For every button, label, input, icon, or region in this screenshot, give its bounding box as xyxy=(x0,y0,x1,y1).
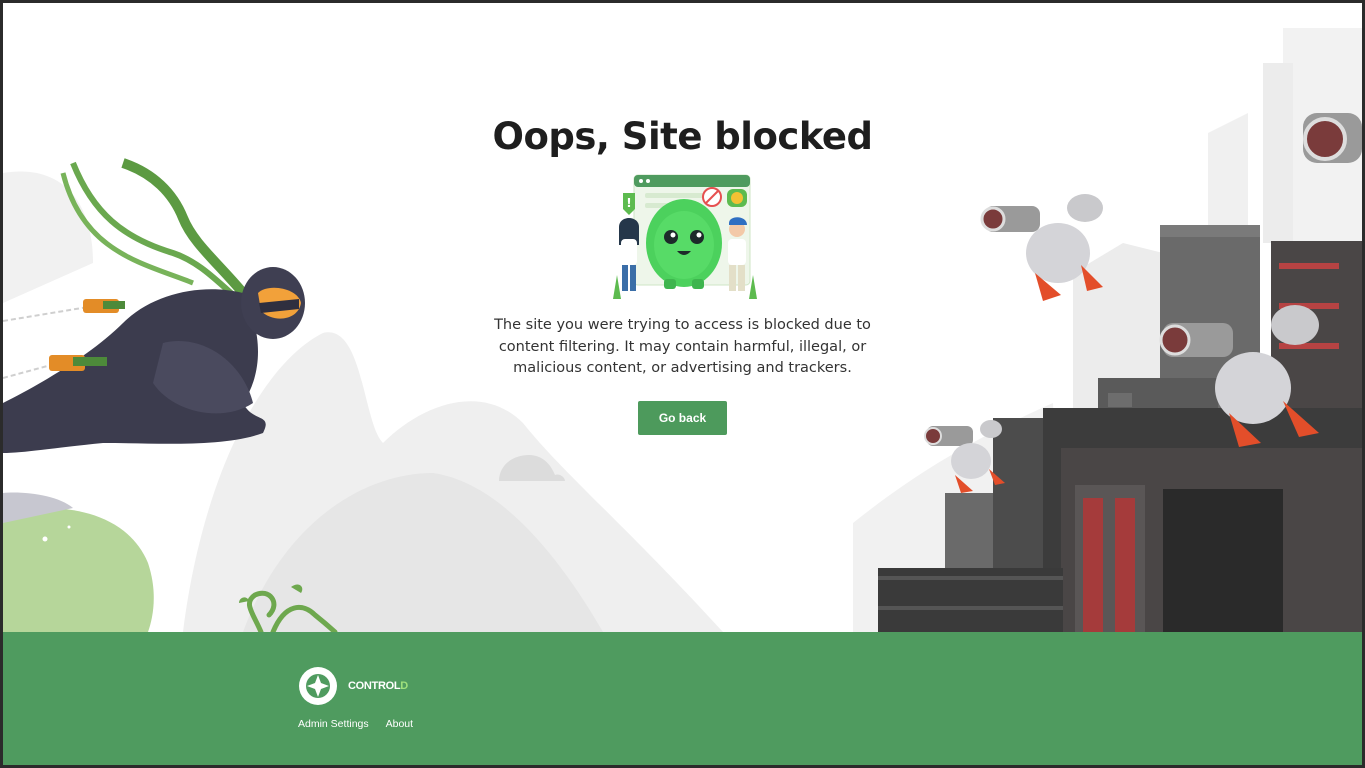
page-title: Oops, Site blocked xyxy=(492,115,873,158)
browser-viewport: Oops, Site blocked ! The site you were t… xyxy=(3,3,1362,765)
hero-section: Oops, Site blocked ! The site you were t… xyxy=(3,3,1362,632)
blocked-site-mascot-illustration: ! xyxy=(613,174,757,299)
brand-logo[interactable]: CONTROLD xyxy=(298,666,408,706)
controld-logo-icon xyxy=(299,667,337,705)
about-link[interactable]: About xyxy=(386,718,413,730)
blocked-message: The site you were trying to access is bl… xyxy=(494,317,871,376)
admin-settings-link[interactable]: Admin Settings xyxy=(298,718,369,730)
brand-name: CONTROLD xyxy=(348,680,408,692)
footer: CONTROLD Admin Settings About xyxy=(3,632,1362,765)
go-back-button[interactable]: Go back xyxy=(638,401,727,435)
brand-name-accent: D xyxy=(400,680,408,692)
svg-text:!: ! xyxy=(626,196,631,210)
brand-name-main: CONTROL xyxy=(348,680,401,692)
footer-links: Admin Settings About xyxy=(298,718,413,730)
